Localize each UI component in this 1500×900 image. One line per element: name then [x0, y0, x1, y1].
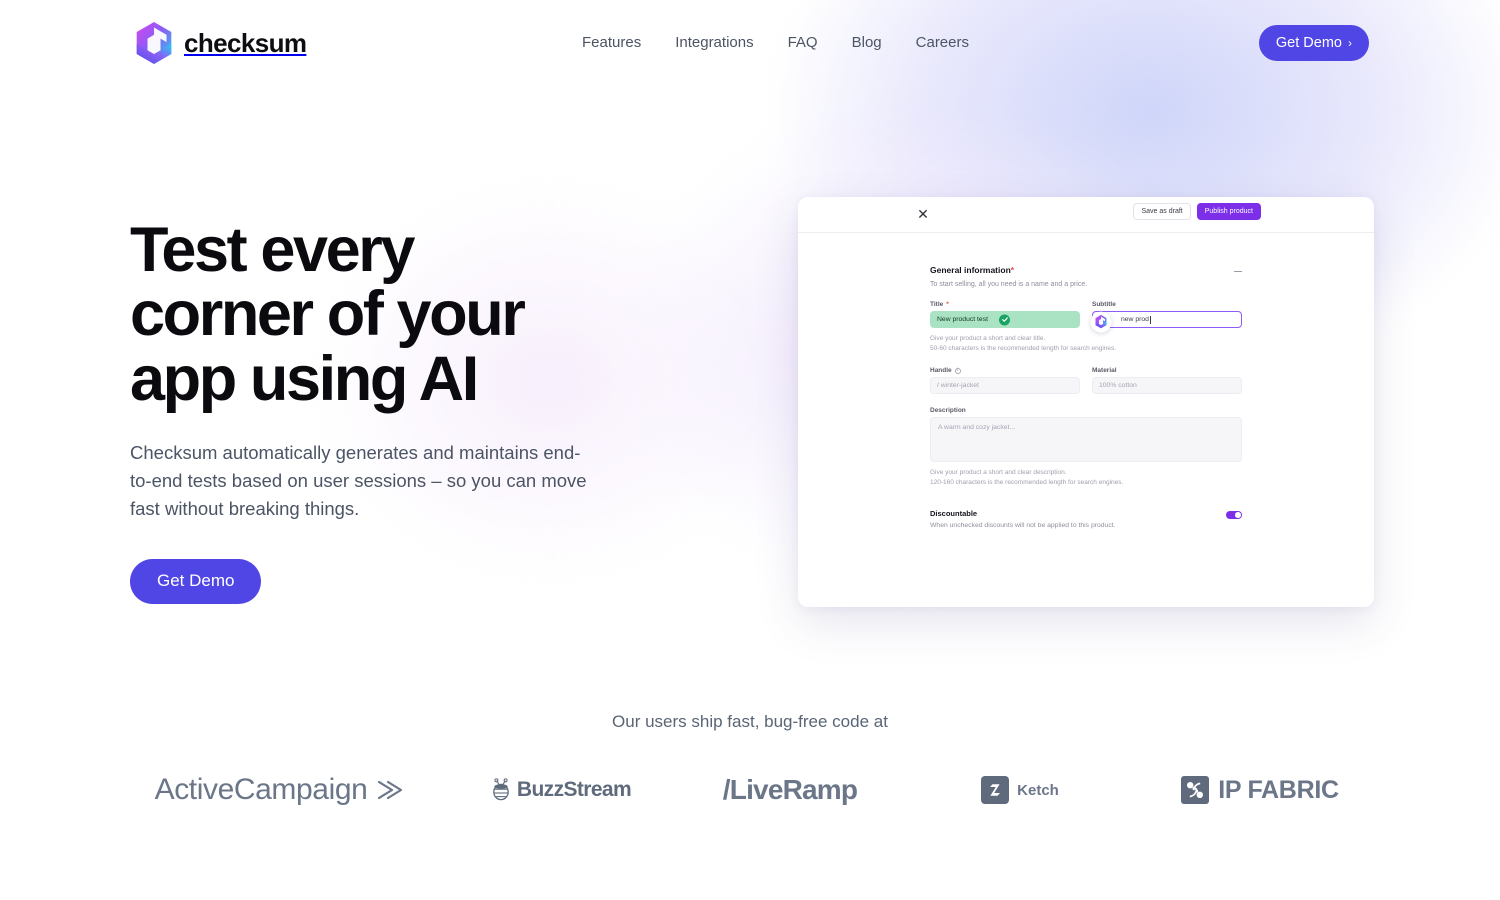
- subtitle-label-text: Subtitle: [1092, 301, 1116, 308]
- discountable-text-group: Discountable When unchecked discounts wi…: [930, 509, 1116, 529]
- material-label-text: Material: [1092, 367, 1117, 374]
- handle-field-label: Handle i: [930, 367, 1080, 374]
- nav-item-features[interactable]: Features: [565, 30, 658, 56]
- check-mark-glyph: [1001, 317, 1008, 322]
- title-label-text: Title: [930, 301, 944, 308]
- subtitle-input[interactable]: new prod: [1090, 311, 1242, 333]
- checksum-hexagon-logo-icon: [1095, 314, 1107, 329]
- chevron-right-icon: ›: [1348, 36, 1352, 50]
- minus-icon[interactable]: [1234, 268, 1242, 276]
- hero-title: Test every corner of your app using AI: [130, 215, 526, 414]
- description-placeholder: A warm and cozy jacket...: [938, 424, 1016, 431]
- save-as-draft-button[interactable]: Save as draft: [1133, 203, 1191, 220]
- description-textarea[interactable]: A warm and cozy jacket...: [930, 417, 1242, 462]
- title-helper-line-1: Give your product a short and clear titl…: [930, 335, 1046, 342]
- material-input-placeholder: 100% cotton: [1099, 382, 1137, 389]
- activecampaign-chevron-icon: [378, 780, 403, 800]
- ipfabric-mark-icon: [1181, 776, 1210, 804]
- title-helper-text: Give your product a short and clear titl…: [930, 334, 1242, 354]
- subtitle-input-value: new prod: [1121, 316, 1149, 323]
- ketch-wordmark: Ketch: [1017, 781, 1059, 799]
- checksum-hexagon-logo-icon: [136, 22, 172, 64]
- close-icon[interactable]: ✕: [915, 206, 931, 222]
- handle-input-placeholder: / winter-jacket: [937, 382, 979, 389]
- section-title-text: General information: [930, 265, 1011, 275]
- logo-buzzstream: BuzzStream: [445, 777, 675, 803]
- publish-product-button[interactable]: Publish product: [1196, 203, 1261, 220]
- material-field-label: Material: [1092, 367, 1242, 374]
- social-proof-caption: Our users ship fast, bug-free code at: [612, 712, 888, 731]
- check-circle-icon: [999, 314, 1010, 325]
- discountable-toggle[interactable]: [1226, 511, 1242, 519]
- checksum-cursor-icon: [1090, 311, 1112, 333]
- ipfabric-wordmark: IP FABRIC: [1218, 775, 1339, 804]
- mockup-body: General information* To start selling, a…: [798, 233, 1374, 529]
- ketch-mark-icon: [981, 776, 1010, 804]
- title-input[interactable]: New product test: [930, 311, 1080, 328]
- product-form-mockup: ✕ Save as draft Publish product General …: [798, 197, 1374, 607]
- discountable-description: When unchecked discounts will not be app…: [930, 522, 1116, 529]
- general-information-header: General information*: [930, 265, 1242, 276]
- mockup-toolbar: ✕ Save as draft Publish product: [798, 197, 1374, 233]
- nav-item-blog[interactable]: Blog: [835, 30, 899, 56]
- handle-field-group: Handle i / winter-jacket: [930, 367, 1080, 394]
- header-get-demo-label: Get Demo: [1275, 35, 1342, 51]
- description-label-text: Description: [930, 407, 966, 414]
- title-field-group: Title * New product test: [930, 301, 1080, 328]
- buzzstream-wordmark: BuzzStream: [516, 778, 632, 801]
- mockup-action-group: Save as draft Publish product: [1133, 203, 1261, 220]
- description-helper-line-2: 120-160 characters is the recommended le…: [930, 479, 1124, 486]
- nav-item-careers[interactable]: Careers: [899, 30, 986, 56]
- description-helper-text: Give your product a short and clear desc…: [930, 468, 1242, 488]
- hero-section: Test every corner of your app using AI C…: [130, 218, 750, 604]
- header-get-demo-button[interactable]: Get Demo ›: [1258, 25, 1369, 61]
- section-description: To start selling, all you need is a name…: [930, 281, 1088, 288]
- hero-get-demo-button[interactable]: Get Demo: [130, 558, 262, 604]
- handle-input[interactable]: / winter-jacket: [930, 377, 1080, 394]
- material-field-group: Material 100% cotton: [1092, 367, 1242, 394]
- buzzstream-bee-icon: [493, 778, 509, 801]
- nav-item-integrations[interactable]: Integrations: [658, 30, 770, 56]
- liveramp-wordmark: /LiveRamp: [722, 774, 858, 805]
- primary-nav: Features Integrations FAQ Blog Careers: [565, 30, 986, 56]
- info-icon[interactable]: i: [954, 367, 961, 374]
- handle-material-row: Handle i / winter-jacket Material 100% c…: [930, 367, 1242, 394]
- material-input[interactable]: 100% cotton: [1092, 377, 1242, 394]
- brand-name: checksum: [184, 27, 307, 58]
- discountable-label: Discountable: [930, 509, 978, 518]
- logo-ipfabric: IP FABRIC: [1135, 776, 1385, 805]
- text-caret: [1149, 315, 1151, 324]
- title-field-label: Title *: [930, 301, 1080, 308]
- brand-logo-link[interactable]: checksum: [134, 21, 307, 65]
- logo-liveramp: /LiveRamp: [675, 774, 905, 806]
- activecampaign-wordmark: ActiveCampaign: [154, 773, 368, 806]
- section-title: General information*: [930, 265, 1014, 275]
- nav-item-faq[interactable]: FAQ: [771, 30, 835, 56]
- handle-label-text: Handle: [930, 367, 952, 374]
- hero-subtitle: Checksum automatically generates and mai…: [130, 441, 587, 519]
- description-field-group: Description A warm and cozy jacket...: [930, 407, 1242, 462]
- required-asterisk: *: [1010, 265, 1015, 275]
- customer-logo-strip: ActiveCampaign BuzzStream /LiveRamp Ketc…: [0, 760, 1500, 820]
- required-asterisk: *: [946, 301, 949, 308]
- title-helper-line-2: 50-60 characters is the recommended leng…: [930, 345, 1117, 352]
- title-input-value: New product test: [937, 316, 988, 323]
- landing-page: checksum Features Integrations FAQ Blog …: [0, 0, 1500, 900]
- discountable-row: Discountable When unchecked discounts wi…: [930, 509, 1242, 529]
- site-header: checksum Features Integrations FAQ Blog …: [0, 0, 1500, 86]
- title-subtitle-row: Title * New product test Subtitle new pr…: [930, 301, 1242, 333]
- logo-activecampaign: ActiveCampaign: [115, 773, 445, 807]
- logo-ketch: Ketch: [905, 776, 1135, 804]
- subtitle-field-group: Subtitle new prod: [1090, 301, 1242, 333]
- description-field-label: Description: [930, 407, 1242, 414]
- description-helper-line-1: Give your product a short and clear desc…: [930, 469, 1067, 476]
- subtitle-field-label: Subtitle: [1092, 301, 1242, 308]
